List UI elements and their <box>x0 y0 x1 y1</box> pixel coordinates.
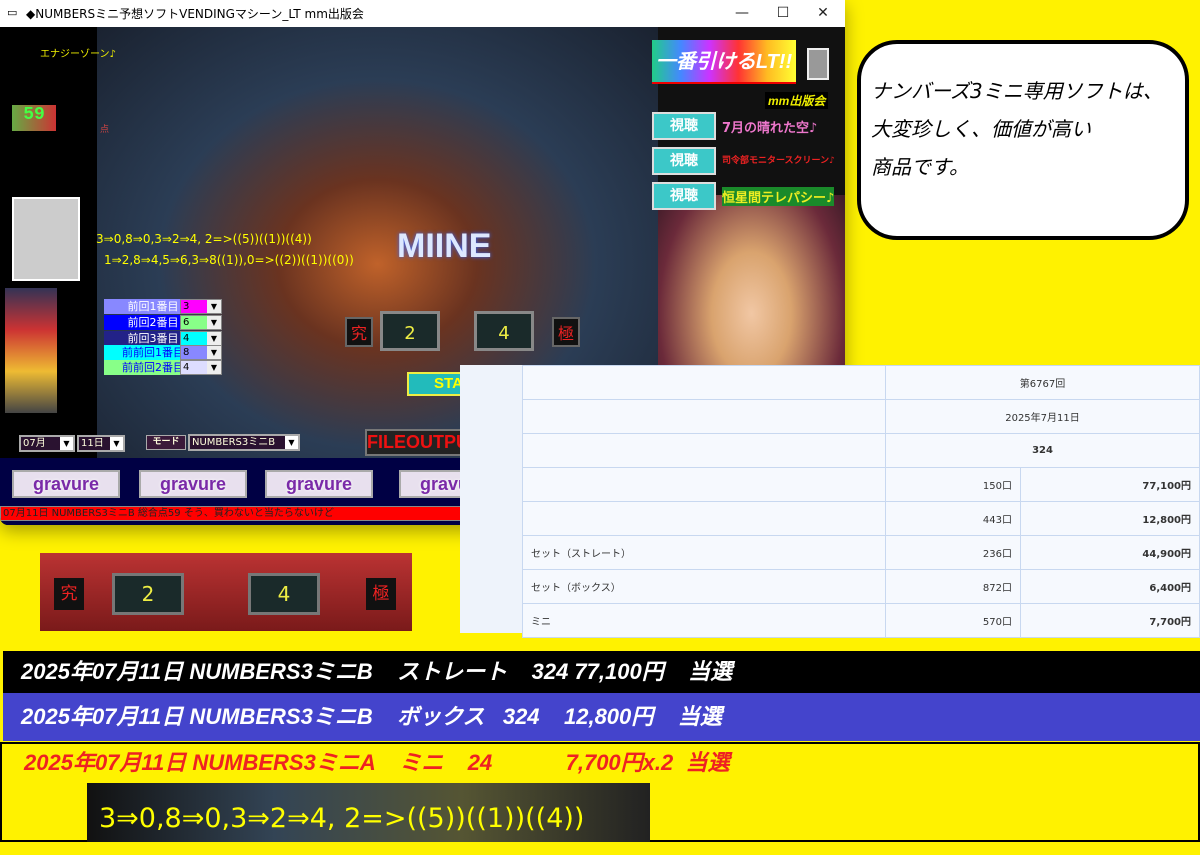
minimize-button[interactable]: — <box>722 0 762 27</box>
window-title: ◆NUMBERSミニ予想ソフトVENDINGマシーン_LT mm出版会 <box>26 7 364 21</box>
song-title-2: 司令部モニタースクリーン♪ <box>722 156 835 166</box>
winner-count: 150口 <box>885 467 1021 502</box>
prize-amount: 6,400円 <box>1020 569 1200 604</box>
chevron-down-icon: ▼ <box>285 436 298 449</box>
publisher-label: mm出版会 <box>765 92 829 109</box>
table-row: セット（ストレート） 236口 44,900円 <box>522 535 1200 570</box>
chevron-down-icon: ▼ <box>60 437 73 450</box>
score-display: 59 <box>12 105 56 131</box>
prize-type <box>522 501 886 536</box>
winner-count: 872口 <box>885 569 1021 604</box>
bottom-formula: 3⇒0,8⇒0,3⇒2⇒4, 2=>((5))((1))((4)) <box>87 783 650 842</box>
listen-button-2[interactable]: 視聴 <box>652 147 716 175</box>
table-row: セット（ボックス） 872口 6,400円 <box>522 569 1200 604</box>
listen-button-3[interactable]: 視聴 <box>652 182 716 210</box>
month-value: 07月 <box>23 438 46 449</box>
prize-amount: 7,700円 <box>1020 603 1200 638</box>
gravure-button-2[interactable]: gravure <box>139 470 247 498</box>
winner-count: 570口 <box>885 603 1021 638</box>
month-select[interactable]: 07月 ▼ <box>19 435 75 452</box>
win-banner-straight: 2025年07月11日 NUMBERS3ミニB ストレート 324 77,100… <box>3 651 1200 693</box>
pachinko-thumbnail <box>5 288 57 413</box>
prize-type: セット（ボックス） <box>522 569 886 604</box>
winner-count: 443口 <box>885 501 1021 536</box>
table-row: 150口 77,100円 <box>522 467 1200 502</box>
chevron-down-icon: ▼ <box>207 361 221 374</box>
chevron-down-icon: ▼ <box>207 346 221 359</box>
reel-right: 極 <box>552 317 580 347</box>
song-title-3: 恒星間テレパシー♪ <box>722 187 835 206</box>
prize-type: ミニ <box>522 603 886 638</box>
previous-number-value: 3 <box>181 300 207 313</box>
date-cell: 2025年7月11日 <box>885 399 1200 434</box>
bottom-reel-left: 究 <box>54 578 84 610</box>
prize-amount: 12,800円 <box>1020 501 1200 536</box>
lt-logo: 一番引けるLT!! <box>652 40 796 84</box>
number-cell: 324 <box>885 433 1200 468</box>
winner-count: 236口 <box>885 535 1021 570</box>
formula-line-2: 1⇒2,8⇒4,5⇒6,3⇒8((1)),0=>((2))((1))((0))(… <box>104 253 354 267</box>
bottom-digit-1: 2 <box>112 573 184 615</box>
reel-left: 究 <box>345 317 373 347</box>
statue-icon <box>807 48 829 80</box>
chevron-down-icon: ▼ <box>207 332 221 345</box>
previous-number-value: 4 <box>181 361 207 374</box>
results-table: 第6767回 2025年7月11日 324 150口 77,100円 443口 12,… <box>522 365 1200 638</box>
round-cell: 第6767回 <box>885 365 1200 400</box>
reel-digit-1: 2 <box>380 311 440 351</box>
previous-number-value: 4 <box>181 332 207 345</box>
day-select[interactable]: 11日 ▼ <box>77 435 125 452</box>
bubble-line-1: ナンバーズ3ミニ専用ソフトは、 <box>871 79 1163 103</box>
previous-number-select[interactable]: 6 ▼ <box>180 315 222 330</box>
previous-number-select[interactable]: 4 ▼ <box>180 360 222 375</box>
win-banner-box: 2025年07月11日 NUMBERS3ミニB ボックス 324 12,800円… <box>3 693 1200 741</box>
bottom-reel-right: 極 <box>366 578 396 610</box>
previous-number-value: 6 <box>181 316 207 329</box>
title-bar: ▭ ◆NUMBERSミニ予想ソフトVENDINGマシーン_LT mm出版会 — … <box>0 0 845 27</box>
chevron-down-icon: ▼ <box>207 300 221 313</box>
prize-amount: 77,100円 <box>1020 467 1200 502</box>
app-icon: ▭ <box>7 6 18 19</box>
prize-type: セット（ストレート） <box>522 535 886 570</box>
bubble-line-3: 商品です。 <box>871 155 969 179</box>
speech-bubble: ナンバーズ3ミニ専用ソフトは、 大変珍しく、価値が高い 商品です。 <box>857 40 1189 240</box>
maximize-button[interactable]: ☐ <box>763 0 803 27</box>
gravure-button-1[interactable]: gravure <box>12 470 120 498</box>
gravure-button-3[interactable]: gravure <box>265 470 373 498</box>
mode-select[interactable]: NUMBERS3ミニB ▼ <box>188 434 300 451</box>
chevron-down-icon: ▼ <box>110 437 123 450</box>
bubble-line-2: 大変珍しく、価値が高い <box>871 117 1091 141</box>
score-unit: 点 <box>100 125 110 135</box>
previous-number-select[interactable]: 3 ▼ <box>180 299 222 314</box>
bottom-machine-image: 究 2 4 極 <box>40 553 412 631</box>
energy-zone-label: エナジーゾーン♪ <box>40 49 116 60</box>
table-row: ミニ 570口 7,700円 <box>522 603 1200 638</box>
mode-value: NUMBERS3ミニB <box>192 437 276 448</box>
previous-number-select[interactable]: 8 ▼ <box>180 345 222 360</box>
machine-logo: MIINE <box>397 227 492 265</box>
prize-amount: 44,900円 <box>1020 535 1200 570</box>
listen-button-1[interactable]: 視聴 <box>652 112 716 140</box>
prize-type <box>522 467 886 502</box>
previous-number-value: 8 <box>181 346 207 359</box>
day-value: 11日 <box>81 438 104 449</box>
mode-label: モード <box>146 435 186 450</box>
formula-line-1: 3⇒0,8⇒0,3⇒2⇒4, 2=>((5))((1))((4)) <box>96 232 312 246</box>
fileoutput-button[interactable]: FILEOUTPUT <box>365 429 480 456</box>
character-thumbnail <box>12 197 80 281</box>
previous-number-select[interactable]: 4 ▼ <box>180 331 222 346</box>
reel-digit-2: 4 <box>474 311 534 351</box>
table-row: 443口 12,800円 <box>522 501 1200 536</box>
song-title-1: 7月の晴れた空♪ <box>722 121 818 136</box>
close-button[interactable]: ✕ <box>803 0 843 27</box>
bottom-digit-2: 4 <box>248 573 320 615</box>
results-table-panel: 第6767回 2025年7月11日 324 150口 77,100円 443口 12,… <box>460 365 1200 638</box>
chevron-down-icon: ▼ <box>207 316 221 329</box>
